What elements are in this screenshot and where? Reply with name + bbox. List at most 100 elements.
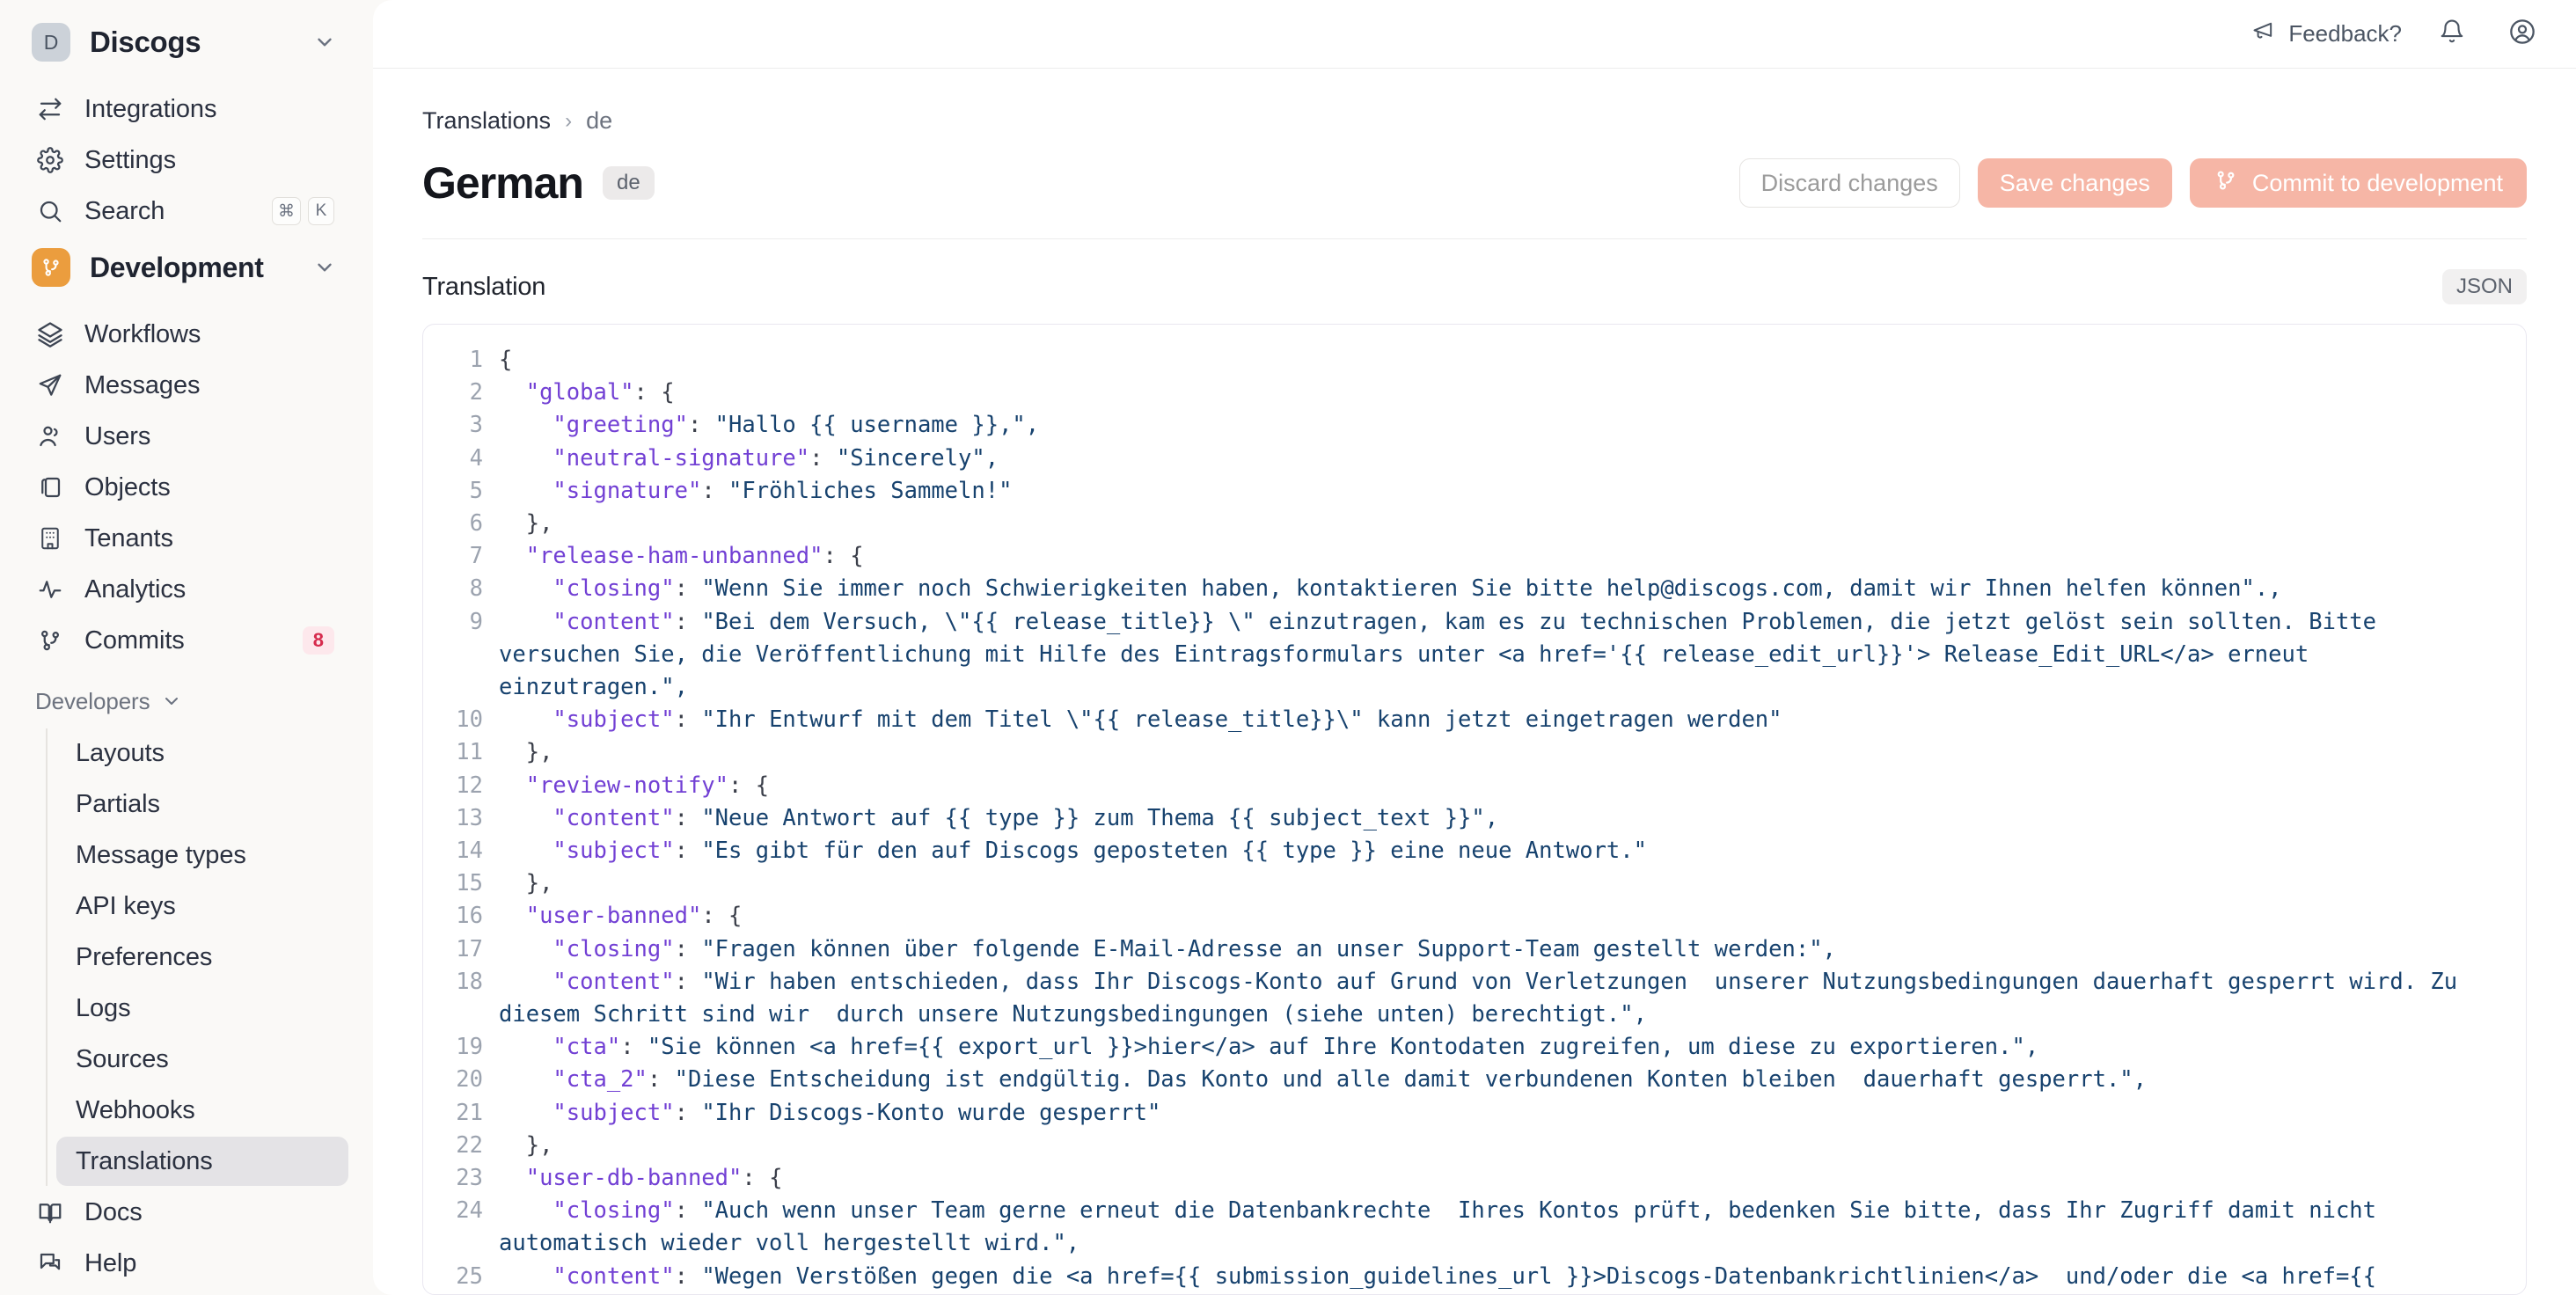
code-line[interactable]: 13 "content": "Neue Antwort auf {{ type … bbox=[423, 802, 2526, 835]
sidebar-item-translations[interactable]: Translations bbox=[56, 1137, 348, 1186]
sidebar-item-commits[interactable]: Commits 8 bbox=[25, 616, 348, 665]
breadcrumb-translations[interactable]: Translations bbox=[422, 107, 551, 135]
sidebar-item-search[interactable]: Search ⌘ K bbox=[25, 187, 348, 236]
code-line[interactable]: 14 "subject": "Es gibt für den auf Disco… bbox=[423, 835, 2526, 867]
json-key: "release-ham-unbanned" bbox=[526, 543, 823, 569]
code-line[interactable]: 4 "neutral-signature": "Sincerely", bbox=[423, 443, 2526, 475]
line-number: 17 bbox=[453, 933, 499, 966]
code-line[interactable]: 16 "user-banned": { bbox=[423, 900, 2526, 933]
code-line[interactable]: 25 "content": "Wegen Verstößen gegen die… bbox=[423, 1261, 2526, 1293]
sidebar-item-logs[interactable]: Logs bbox=[56, 984, 348, 1033]
sidebar-item-api-keys[interactable]: API keys bbox=[56, 882, 348, 931]
json-key: "user-banned" bbox=[526, 903, 702, 929]
json-punctuation: }, bbox=[499, 870, 553, 896]
git-branch-icon bbox=[2214, 168, 2238, 199]
save-changes-button[interactable]: Save changes bbox=[1978, 158, 2172, 208]
code-line[interactable]: 1{ bbox=[423, 344, 2526, 377]
json-punctuation bbox=[499, 1263, 553, 1290]
feedback-button[interactable]: Feedback? bbox=[2251, 18, 2402, 49]
line-text: "closing": "Wenn Sie immer noch Schwieri… bbox=[499, 573, 2480, 605]
environment-switcher[interactable]: Development bbox=[25, 238, 348, 297]
json-punctuation: : { bbox=[634, 379, 675, 406]
code-lines[interactable]: 1{2 "global": {3 "greeting": "Hallo {{ u… bbox=[423, 344, 2526, 1293]
sidebar-item-tenants[interactable]: Tenants bbox=[25, 514, 348, 563]
json-string: "Fragen können über folgende E-Mail-Adre… bbox=[701, 936, 1836, 962]
code-line[interactable]: 2 "global": { bbox=[423, 377, 2526, 409]
chevron-down-icon bbox=[161, 691, 182, 712]
sidebar-item-label: Objects bbox=[84, 473, 171, 502]
sidebar-item-integrations[interactable]: Integrations bbox=[25, 84, 348, 134]
code-line[interactable]: 21 "subject": "Ihr Discogs-Konto wurde g… bbox=[423, 1097, 2526, 1130]
code-line[interactable]: 5 "signature": "Fröhliches Sammeln!" bbox=[423, 475, 2526, 508]
code-line[interactable]: 22 }, bbox=[423, 1130, 2526, 1162]
json-key: "content" bbox=[553, 805, 674, 831]
line-text: }, bbox=[499, 867, 2480, 900]
discard-changes-button[interactable]: Discard changes bbox=[1739, 158, 1960, 208]
notifications-button[interactable] bbox=[2432, 14, 2472, 55]
sidebar-item-help[interactable]: Help bbox=[25, 1239, 348, 1288]
line-number: 16 bbox=[453, 900, 499, 933]
breadcrumb-current: de bbox=[586, 107, 612, 135]
code-line[interactable]: 9 "content": "Bei dem Versuch, \"{{ rele… bbox=[423, 606, 2526, 705]
json-string: "Auch wenn unser Team gerne erneut die D… bbox=[499, 1197, 2389, 1256]
sidebar-item-objects[interactable]: Objects bbox=[25, 463, 348, 512]
json-punctuation: : bbox=[675, 609, 702, 635]
commits-badge: 8 bbox=[303, 626, 334, 655]
json-key: "subject" bbox=[553, 838, 674, 864]
org-switcher[interactable]: D Discogs bbox=[25, 12, 348, 72]
feedback-label: Feedback? bbox=[2288, 20, 2402, 48]
sidebar-item-workflows[interactable]: Workflows bbox=[25, 310, 348, 359]
code-line[interactable]: 20 "cta_2": "Diese Entscheidung ist endg… bbox=[423, 1064, 2526, 1096]
sidebar-item-label: Sources bbox=[76, 1045, 169, 1074]
sidebar-item-settings[interactable]: Settings bbox=[25, 135, 348, 185]
json-string: "Sincerely", bbox=[837, 445, 999, 472]
sidebar-section-developers[interactable]: Developers bbox=[25, 677, 348, 725]
line-number: 18 bbox=[453, 966, 499, 999]
json-punctuation: : bbox=[675, 1263, 702, 1290]
code-line[interactable]: 18 "content": "Wir haben entschieden, da… bbox=[423, 966, 2526, 1031]
sidebar-item-partials[interactable]: Partials bbox=[56, 779, 348, 829]
json-key: "content" bbox=[553, 1263, 674, 1290]
sidebar-item-messages[interactable]: Messages bbox=[25, 361, 348, 410]
code-line[interactable]: 6 }, bbox=[423, 508, 2526, 540]
sidebar-item-users[interactable]: Users bbox=[25, 412, 348, 461]
json-punctuation: : bbox=[675, 1197, 702, 1224]
code-line[interactable]: 3 "greeting": "Hallo {{ username }},", bbox=[423, 409, 2526, 442]
code-line[interactable]: 24 "closing": "Auch wenn unser Team gern… bbox=[423, 1195, 2526, 1260]
kbd-k: K bbox=[308, 197, 334, 225]
line-text: "subject": "Es gibt für den auf Discogs … bbox=[499, 835, 2480, 867]
line-text: }, bbox=[499, 508, 2480, 540]
sidebar-item-analytics[interactable]: Analytics bbox=[25, 565, 348, 614]
code-line[interactable]: 17 "closing": "Fragen können über folgen… bbox=[423, 933, 2526, 966]
code-line[interactable]: 19 "cta": "Sie können <a href={{ export_… bbox=[423, 1031, 2526, 1064]
line-number: 3 bbox=[453, 409, 499, 442]
json-punctuation: : { bbox=[823, 543, 863, 569]
json-punctuation bbox=[499, 805, 553, 831]
translation-code-editor[interactable]: 1{2 "global": {3 "greeting": "Hallo {{ u… bbox=[422, 324, 2527, 1295]
sidebar-item-layouts[interactable]: Layouts bbox=[56, 728, 348, 778]
code-line[interactable]: 7 "release-ham-unbanned": { bbox=[423, 540, 2526, 573]
json-punctuation: : bbox=[701, 478, 728, 504]
line-text: "subject": "Ihr Entwurf mit dem Titel \"… bbox=[499, 704, 2480, 736]
top-bar: Feedback? bbox=[373, 0, 2576, 69]
code-line[interactable]: 15 }, bbox=[423, 867, 2526, 900]
sidebar-item-message-types[interactable]: Message types bbox=[56, 830, 348, 880]
json-key: "closing" bbox=[553, 936, 674, 962]
line-text: "greeting": "Hallo {{ username }},", bbox=[499, 409, 2480, 442]
line-number: 22 bbox=[453, 1130, 499, 1162]
code-line[interactable]: 12 "review-notify": { bbox=[423, 770, 2526, 802]
format-badge-json[interactable]: JSON bbox=[2442, 269, 2527, 304]
paper-plane-icon bbox=[35, 370, 65, 400]
code-line[interactable]: 10 "subject": "Ihr Entwurf mit dem Titel… bbox=[423, 704, 2526, 736]
sidebar-item-sources[interactable]: Sources bbox=[56, 1035, 348, 1084]
sidebar-item-label: Logs bbox=[76, 994, 131, 1023]
code-line[interactable]: 23 "user-db-banned": { bbox=[423, 1162, 2526, 1195]
json-punctuation: : bbox=[675, 936, 702, 962]
sidebar-item-docs[interactable]: Docs bbox=[25, 1188, 348, 1237]
code-line[interactable]: 8 "closing": "Wenn Sie immer noch Schwie… bbox=[423, 573, 2526, 605]
account-button[interactable] bbox=[2502, 14, 2543, 55]
sidebar-item-webhooks[interactable]: Webhooks bbox=[56, 1086, 348, 1135]
code-line[interactable]: 11 }, bbox=[423, 736, 2526, 769]
sidebar-item-preferences[interactable]: Preferences bbox=[56, 933, 348, 982]
commit-to-development-button[interactable]: Commit to development bbox=[2190, 158, 2527, 208]
